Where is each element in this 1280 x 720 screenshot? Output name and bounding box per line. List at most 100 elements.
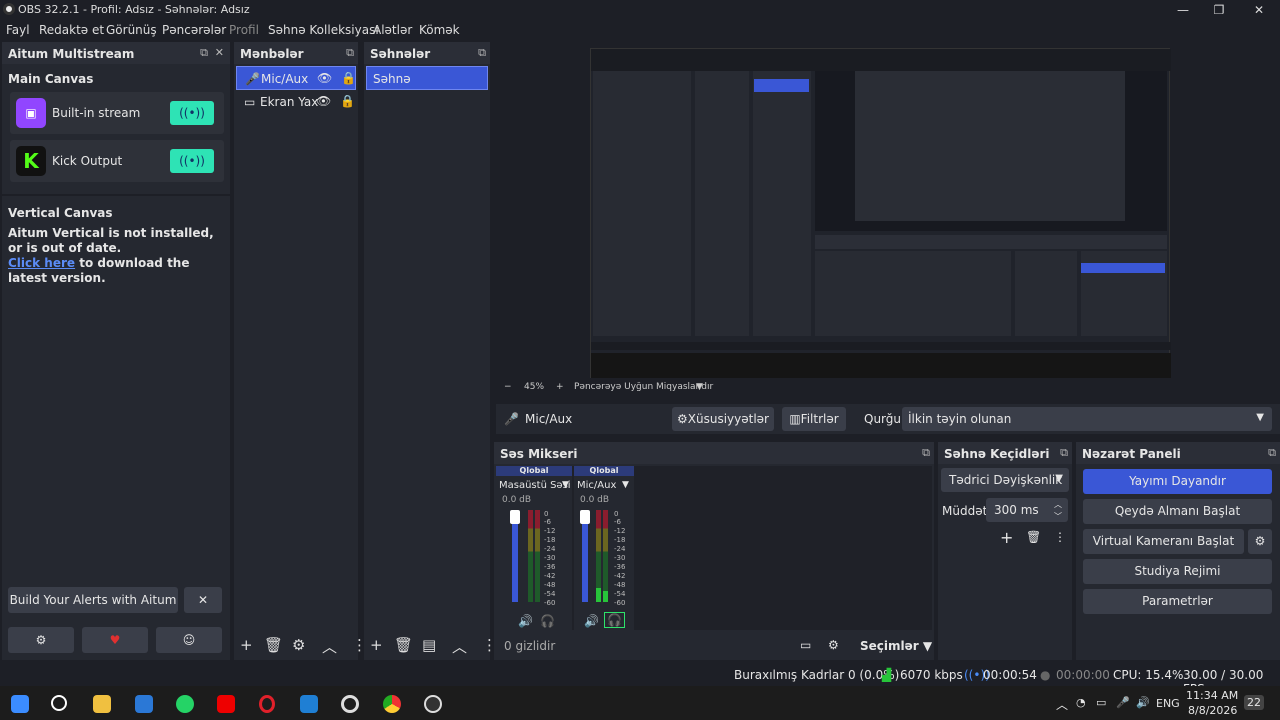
source-item[interactable]: 🎤 Mic/Aux 👁 🔒 [236,66,356,90]
windows-start-icon[interactable] [11,695,29,713]
menu-scene-collection[interactable]: Səhnə Kolleksiyası [268,23,379,37]
filters-button[interactable]: ▥Filtrlər [782,407,846,431]
lock-icon[interactable]: 🔒 [340,94,355,108]
trash-icon[interactable]: 🗑 [264,636,283,654]
eye-icon[interactable]: 👁 [317,71,332,85]
scene-item[interactable]: Səhnə [366,66,488,90]
undock-icon[interactable]: ⧉ [1268,446,1276,460]
transition-select[interactable]: Tədrici Dəyişkənlik ▼ [941,468,1069,492]
filter-icon[interactable]: ▤ [422,636,436,654]
add-icon[interactable]: + [1000,528,1013,547]
add-icon[interactable]: + [240,636,253,654]
store-icon[interactable] [135,695,153,713]
stream-toggle-button[interactable]: ((•)) [170,149,214,173]
eye-icon[interactable]: 👁 [316,94,331,108]
duration-spinbox[interactable]: 300 ms ︿ ﹀ [986,498,1068,522]
file-explorer-icon[interactable] [93,695,111,713]
layout-icon[interactable]: ▭ [800,638,811,652]
speaker-icon[interactable]: 🔊 [584,614,599,628]
gear-icon[interactable]: ⚙ [292,636,305,654]
trash-icon[interactable]: 🗑 [1026,530,1041,544]
volume-icon[interactable]: 🔊 [1136,696,1150,709]
menu-file[interactable]: Fayl [6,23,30,37]
more-icon[interactable]: ⋮ [1054,530,1066,544]
clock-time[interactable]: 11:34 AM [1186,689,1238,702]
build-alerts-button[interactable]: Build Your Alerts with Aitum [8,587,178,613]
dropped-frames: Buraxılmış Kadrlar 0 (0.0%) [734,668,900,682]
stop-streaming-button[interactable]: Yayımı Dayandır [1083,469,1272,494]
language-indicator[interactable]: ENG [1156,697,1180,710]
monitor-icon[interactable]: 🎧 [604,612,625,628]
battery-icon[interactable]: ▭ [1096,696,1106,709]
tray-chevron-icon[interactable]: ︿ [1056,696,1068,713]
lock-icon[interactable]: 🔒 [341,71,356,85]
tick-label: -36 [614,563,626,571]
chevron-down-icon[interactable]: ▼ [622,480,629,490]
source-item[interactable]: ▭ Ekran Yax 👁 🔒 [236,90,356,114]
close-dock-icon[interactable]: ✕ [215,46,224,59]
settings-button[interactable]: Parametrlər [1083,589,1272,614]
studio-mode-button[interactable]: Studiya Rejimi [1083,559,1272,584]
volume-handle[interactable] [580,510,590,524]
chevron-down-icon[interactable]: ▼ [562,480,569,490]
clock-date[interactable]: 8/8/2026 [1188,704,1237,717]
opera-icon[interactable] [259,695,275,713]
fit-to-window[interactable]: Pəncərəyə Uyğun Miqyaslandır [574,382,713,392]
options-button[interactable]: Seçimlər ▼ [860,639,932,653]
preview-area[interactable]: − 45% + Pəncərəyə Uyğun Miqyaslandır ▼ [496,42,1280,396]
record-time: 00:00:00 [1056,668,1110,682]
chevron-up-icon[interactable]: ︿ [322,636,337,657]
gear-icon[interactable]: ⚙ [828,638,839,652]
undock-icon[interactable]: ⧉ [346,46,354,60]
trash-icon[interactable]: 🗑 [394,636,413,654]
search-icon[interactable] [51,695,67,711]
start-recording-button[interactable]: Qeydə Almanı Başlat [1083,499,1272,524]
chevron-up-icon[interactable]: ︿ [452,636,467,657]
gear-icon[interactable]: ⚙ [1248,529,1272,554]
menu-profile[interactable]: Profil [229,23,259,37]
menu-docks[interactable]: Pəncərələr [162,23,226,37]
heart-icon[interactable]: ♥ [82,627,148,653]
chrome-icon[interactable] [383,695,401,713]
close-button[interactable]: ✕ [1236,0,1280,20]
monitor-icon[interactable]: 🎧 [540,614,555,628]
device-select[interactable]: İlkin təyin olunan ▼ [902,407,1272,431]
chevron-down-icon[interactable]: ﹀ [1054,511,1062,522]
hidden-count: 0 gizlidir [504,639,556,653]
undock-icon[interactable]: ⧉ [478,46,486,60]
gear-icon: ⚙ [677,412,688,426]
download-link[interactable]: Click here [8,256,75,270]
wifi-icon[interactable]: ◔ [1076,696,1086,709]
menu-help[interactable]: Kömək [419,23,460,37]
discord-icon[interactable]: ☺ [156,627,222,653]
volume-handle[interactable] [510,510,520,524]
add-icon[interactable]: + [370,636,383,654]
obs-taskbar-icon[interactable] [341,695,359,713]
zoom-out-button[interactable]: − [504,382,512,392]
menu-view[interactable]: Görünüş [106,23,157,37]
undock-icon[interactable]: ⧉ [1060,446,1068,460]
zoom-in-button[interactable]: + [556,382,564,392]
properties-label: Xüsusiyyətlər [687,412,769,426]
menu-tools[interactable]: Alətlər [373,23,412,37]
close-alerts-button[interactable]: ✕ [184,587,222,613]
undock-icon[interactable]: ⧉ [200,46,208,60]
obs-active-icon[interactable] [424,695,442,713]
youtube-icon[interactable] [217,695,235,713]
zoom-dropdown-icon[interactable]: ▼ [696,382,703,392]
speaker-icon[interactable]: 🔊 [518,614,533,628]
microphone-icon[interactable]: 🎤 [1116,696,1130,709]
filters-label: Filtrlər [800,412,839,426]
start-virtual-camera-button[interactable]: Virtual Kameranı Başlat [1083,529,1244,554]
sources-dock: Mənbələr ⧉ 🎤 Mic/Aux 👁 🔒 ▭ Ekran Yax 👁 🔒 … [234,42,367,660]
stream-toggle-button[interactable]: ((•)) [170,101,214,125]
tick-label: -24 [614,545,626,553]
properties-button[interactable]: ⚙Xüsusiyyətlər [672,407,774,431]
whatsapp-icon[interactable] [176,695,194,713]
notification-badge[interactable]: 22 [1244,695,1264,710]
menu-edit[interactable]: Redaktə et [39,23,104,37]
undock-icon[interactable]: ⧉ [922,446,930,460]
chevron-up-icon[interactable]: ︿ [1054,499,1062,510]
settings-gear-icon[interactable]: ⚙ [8,627,74,653]
prime-video-icon[interactable] [300,695,318,713]
